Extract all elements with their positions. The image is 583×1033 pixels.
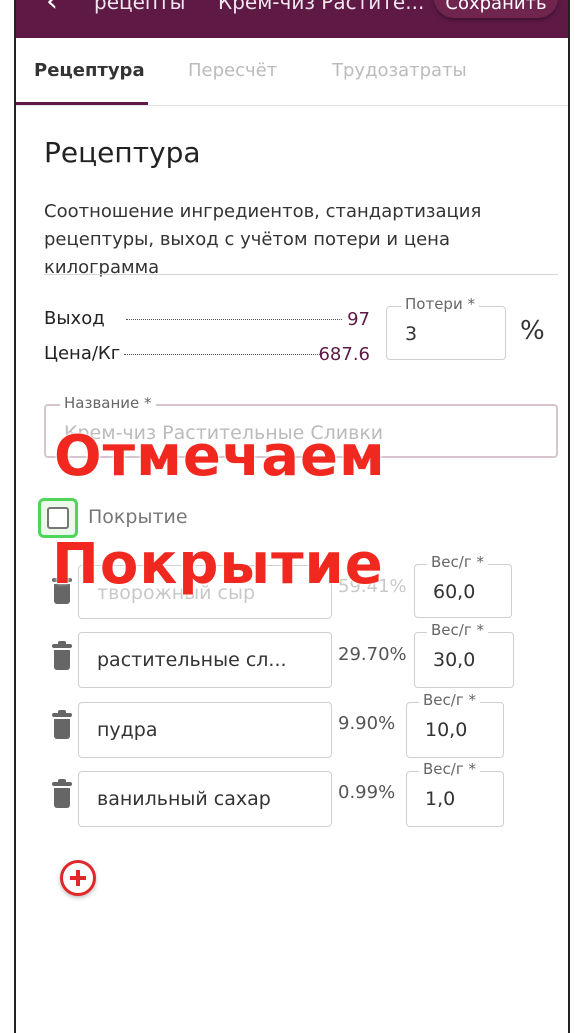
tab-recalculation[interactable]: Пересчёт <box>188 60 277 81</box>
trash-icon[interactable] <box>52 710 72 739</box>
section-description: Соотношение ингредиентов, стандартизация… <box>44 201 482 278</box>
breadcrumb[interactable]: рецепты <box>94 0 185 14</box>
coating-label[interactable]: Покрытие <box>88 506 188 528</box>
ingredient-weight: 1,0 <box>425 788 456 810</box>
ingredient-percent: 0.99% <box>338 782 396 803</box>
ingredient-name-field[interactable]: пудра <box>78 702 332 758</box>
ingredient-percent: 9.90% <box>338 713 396 734</box>
arrow-back-icon[interactable]: ‹ <box>46 0 58 19</box>
ingredient-name-field[interactable]: ванильный сахар <box>78 771 332 827</box>
recipe-title: Крем-чиз Растите... <box>218 0 425 14</box>
overlay-caption-line1: Отмечаем <box>54 424 386 489</box>
ingredient-weight: 30,0 <box>433 649 476 671</box>
weight-label: Вес/г * <box>427 553 488 571</box>
weight-label: Вес/г * <box>419 691 480 709</box>
divider <box>44 274 558 275</box>
section-title: Рецептура <box>44 136 201 169</box>
plus-circle-icon[interactable] <box>60 860 96 896</box>
name-field-label: Название * <box>60 394 156 412</box>
ingredient-weight-field[interactable]: Вес/г * 60,0 <box>414 553 512 618</box>
price-leader <box>124 354 320 355</box>
trash-icon[interactable] <box>52 779 72 808</box>
save-button[interactable]: Сохранить <box>434 0 558 18</box>
ingredient-weight-field[interactable]: Вес/г * 30,0 <box>414 621 514 688</box>
phone-screen: ‹ рецепты Крем-чиз Растите... Сохранить … <box>14 0 570 1033</box>
overlay-caption-line2: Покрытие <box>52 532 384 597</box>
checkbox-box <box>47 507 69 529</box>
app-bar: ‹ рецепты Крем-чиз Растите... Сохранить <box>16 0 568 38</box>
tab-bar: Рецептура Пересчёт Трудозатраты <box>16 38 568 106</box>
ingredient-name: растительные сл... <box>97 649 287 671</box>
losses-unit: % <box>520 316 545 346</box>
trash-icon[interactable] <box>52 641 72 670</box>
ingredient-name: ванильный сахар <box>97 788 271 810</box>
ingredient-weight: 60,0 <box>433 581 476 603</box>
losses-field-label: Потери * <box>401 295 479 313</box>
tab-recipe[interactable]: Рецептура <box>34 60 145 81</box>
losses-value: 3 <box>405 323 418 345</box>
yield-label: Выход <box>44 308 105 329</box>
ingredient-weight: 10,0 <box>425 719 468 741</box>
yield-leader <box>126 319 342 320</box>
price-label: Цена/Кг <box>44 343 121 364</box>
weight-label: Вес/г * <box>419 760 480 778</box>
ingredient-weight-field[interactable]: Вес/г * 1,0 <box>406 760 504 827</box>
ingredient-percent: 29.70% <box>338 644 407 665</box>
active-tab-indicator <box>16 102 148 105</box>
weight-label: Вес/г * <box>427 621 488 639</box>
ingredient-name-field[interactable]: растительные сл... <box>78 632 332 688</box>
ingredient-name: пудра <box>97 719 158 741</box>
yield-value: 97 <box>347 309 370 330</box>
losses-field[interactable]: Потери * 3 <box>386 295 506 360</box>
price-value: 687.6 <box>318 344 370 365</box>
ingredient-weight-field[interactable]: Вес/г * 10,0 <box>406 691 504 758</box>
tab-labor-costs[interactable]: Трудозатраты <box>332 60 467 81</box>
